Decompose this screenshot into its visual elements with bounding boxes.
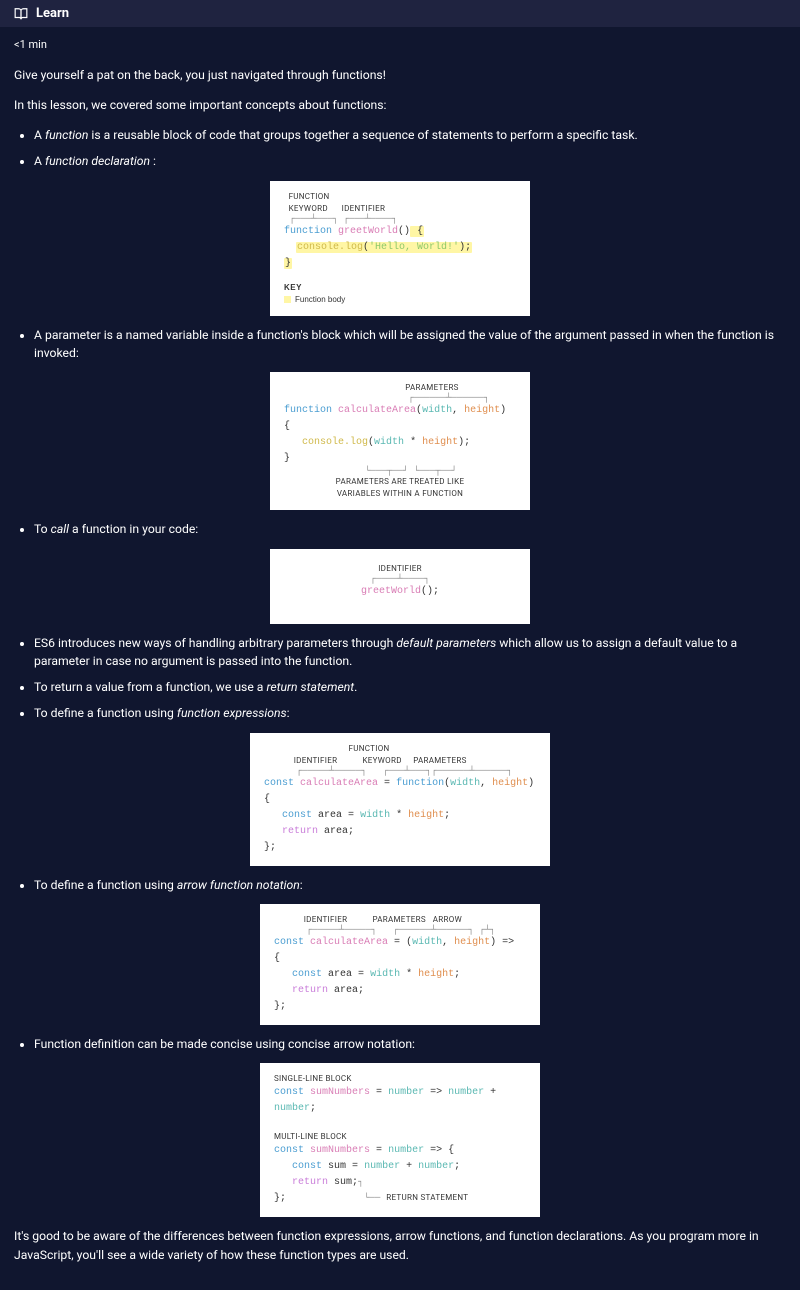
- header-bar: Learn: [0, 0, 800, 27]
- bullet-return: To return a value from a function, we us…: [34, 678, 786, 696]
- diagram-declaration: FUNCTION KEYWORD IDENTIFIER ┌───┴───┐ ┌─…: [270, 181, 530, 316]
- bullet-function-declaration: A function declaration :: [34, 152, 786, 170]
- bullet-parameter: A parameter is a named variable inside a…: [34, 326, 786, 363]
- intro-line: Give yourself a pat on the back, you jus…: [14, 66, 786, 84]
- diagram-call: IDENTIFIER ┌────┴────┐ greetWorld();: [270, 549, 530, 624]
- book-icon: [14, 7, 28, 21]
- outro-text: It's good to be aware of the differences…: [14, 1227, 786, 1264]
- bullet-function-def: A function is a reusable block of code t…: [34, 126, 786, 144]
- diagram-function-expression: FUNCTION IDENTIFIER KEYWORD PARAMETERS ┌…: [250, 733, 550, 866]
- bullet-arrow-function: To define a function using arrow functio…: [34, 876, 786, 894]
- read-time: <1 min: [14, 37, 786, 54]
- diagram-concise-arrow: SINGLE-LINE BLOCK const sumNumbers = num…: [260, 1063, 540, 1217]
- bullet-function-expressions: To define a function using function expr…: [34, 704, 786, 722]
- diagram-arrow-function: IDENTIFIER PARAMETERS ARROW ┌─────┴─────…: [260, 904, 540, 1025]
- bullet-call: To call a function in your code:: [34, 520, 786, 538]
- diagram-parameters: PARAMETERS ┌──────┴──────┐ function calc…: [270, 372, 530, 510]
- bullet-default-params: ES6 introduces new ways of handling arbi…: [34, 634, 786, 671]
- bullet-concise-arrow: Function definition can be made concise …: [34, 1035, 786, 1053]
- intro-sub: In this lesson, we covered some importan…: [14, 96, 786, 114]
- header-title: Learn: [36, 6, 69, 21]
- lesson-content: <1 min Give yourself a pat on the back, …: [0, 27, 800, 1290]
